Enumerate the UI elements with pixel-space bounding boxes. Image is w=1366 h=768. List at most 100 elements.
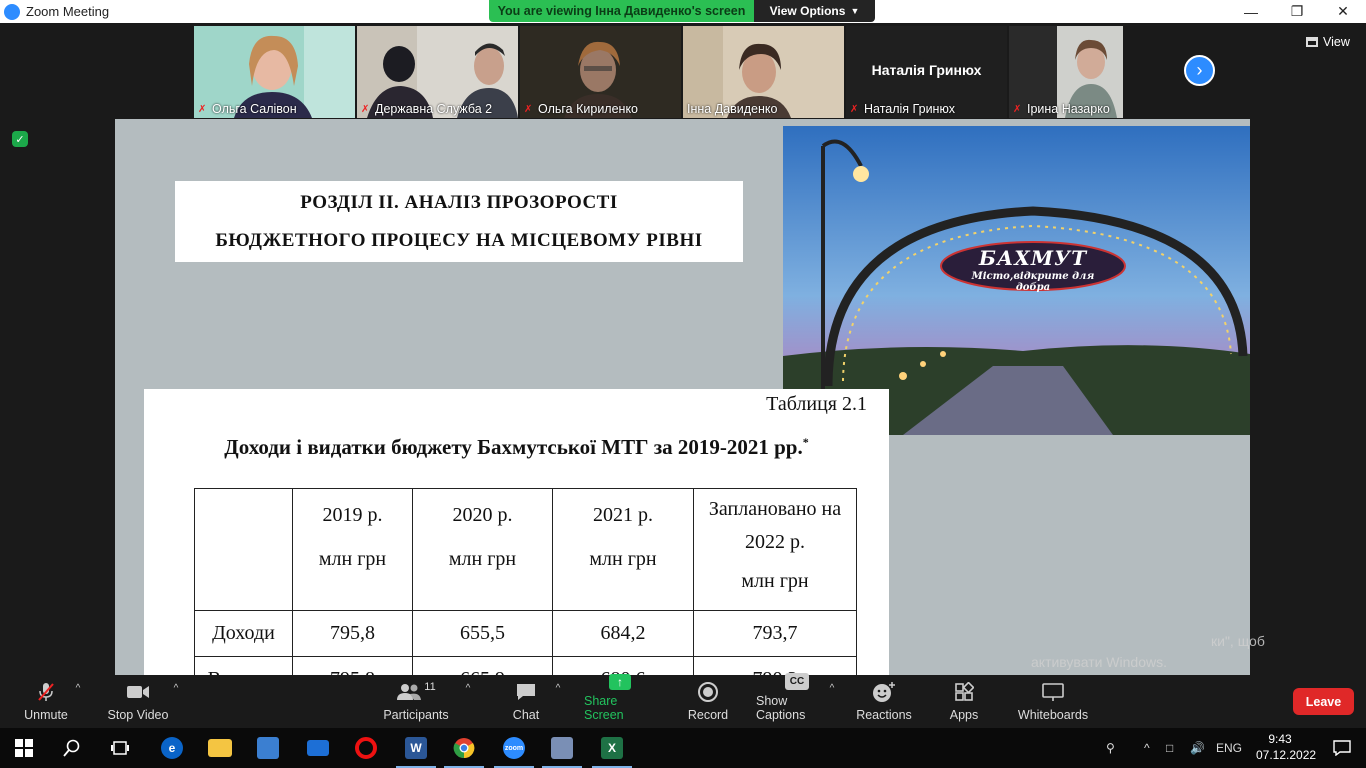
header-year: 2021 р.	[593, 504, 653, 526]
record-label: Record	[687, 708, 729, 722]
closed-captions-icon: CC	[785, 673, 809, 690]
caret-up-icon: ^	[829, 683, 835, 694]
participant-name: Ольга Кириленко	[538, 102, 639, 116]
shield-check-icon[interactable]: ✓	[12, 131, 28, 147]
taskbar-app[interactable]	[538, 728, 586, 768]
unmute-button[interactable]: Unmute	[22, 675, 70, 728]
network-icon[interactable]: □	[1166, 728, 1173, 768]
stop-video-button[interactable]: Stop Video	[106, 675, 170, 728]
minimize-icon[interactable]: —	[1228, 0, 1274, 23]
table-header-cell: 2019 р. млн грн	[292, 488, 413, 611]
taskbar-file-explorer[interactable]	[196, 728, 244, 768]
video-tile[interactable]: ✗ Ірина Назарко	[1009, 26, 1123, 118]
tray-overflow-chevron-icon[interactable]: ^	[1144, 728, 1150, 768]
meeting-toolbar: Unmute ^ Stop Video ^ 11 Participants ^ …	[0, 673, 1366, 728]
muted-mic-icon: ✗	[524, 103, 533, 115]
video-tile[interactable]: ✗ Ольга Кириленко	[520, 26, 681, 118]
taskbar-zoom[interactable]: zoom	[490, 728, 538, 768]
audio-options-caret[interactable]: ^	[72, 675, 84, 728]
taskbar-store[interactable]	[244, 728, 292, 768]
record-button[interactable]: Record	[686, 675, 730, 728]
muted-mic-icon: ✗	[850, 103, 859, 115]
video-tile[interactable]: ✗ Державна Служба 2	[357, 26, 518, 118]
taskbar-chrome[interactable]	[440, 728, 488, 768]
people-tray-icon[interactable]: ⚲	[1106, 728, 1115, 768]
table-row: Доходи 795,8 655,5 684,2 793,7	[194, 610, 857, 657]
muted-mic-icon: ✗	[361, 103, 370, 115]
taskbar-excel[interactable]: X	[588, 728, 636, 768]
edge-icon: e	[161, 737, 183, 759]
participants-label: Participants	[383, 708, 449, 722]
start-button[interactable]	[0, 728, 48, 768]
view-options-button[interactable]: View Options ▼	[754, 0, 875, 22]
header-year: 2020 р.	[452, 504, 513, 526]
taskbar-edge[interactable]: e	[148, 728, 196, 768]
video-tile[interactable]: Наталія Гринюх ✗ Наталія Гринюх	[846, 26, 1007, 118]
whiteboards-label: Whiteboards	[1017, 708, 1089, 722]
language-indicator[interactable]: ENG	[1216, 728, 1242, 768]
table-cell: 795,8	[292, 610, 413, 657]
restore-icon[interactable]: ❐	[1274, 0, 1320, 23]
leave-button[interactable]: Leave	[1293, 688, 1354, 715]
table-header-cell: 2021 р. млн грн	[552, 488, 694, 611]
chat-label: Chat	[512, 708, 540, 722]
participants-button[interactable]: 11 Participants	[383, 675, 449, 728]
muted-mic-icon: ✗	[198, 103, 207, 115]
participant-name: Державна Служба 2	[375, 102, 493, 116]
table-row: Видатки 795,8 665,9 680,6 790,2	[194, 656, 857, 675]
whiteboards-button[interactable]: Whiteboards	[1016, 675, 1090, 728]
table-header-cell: Заплановано на 2022 р. млн грн	[693, 488, 857, 611]
whiteboard-icon	[1041, 680, 1065, 704]
chat-options-caret[interactable]: ^	[552, 675, 564, 728]
mail-icon	[307, 740, 329, 756]
budget-table: 2019 р. млн грн 2020 р. млн грн 2021 р. …	[194, 488, 857, 675]
slide-title-box: РОЗДІЛ ІІ. АНАЛІЗ ПРОЗОРОСТІ БЮДЖЕТНОГО …	[175, 181, 743, 262]
taskbar-opera[interactable]	[342, 728, 390, 768]
taskbar-clock[interactable]: 9:43 07.12.2022	[1256, 731, 1316, 763]
stop-video-label: Stop Video	[107, 708, 169, 722]
view-button[interactable]: View	[1306, 35, 1350, 49]
volume-icon[interactable]: 🔊	[1190, 728, 1205, 768]
table-cell: 665,9	[412, 656, 553, 675]
task-view-button[interactable]	[96, 728, 144, 768]
video-tile[interactable]: ✗ Ольга Салівон	[194, 26, 355, 118]
chevron-down-icon: ▼	[850, 6, 860, 16]
table-corner-cell	[194, 488, 293, 611]
taskbar-word[interactable]: W	[392, 728, 440, 768]
header-year: 2022 р.	[745, 531, 805, 553]
row-label: Видатки	[194, 656, 293, 675]
close-icon[interactable]: ✕	[1320, 0, 1366, 23]
reactions-button[interactable]: Reactions	[856, 675, 912, 728]
muted-mic-icon: ✗	[1013, 103, 1022, 115]
video-tile-active-speaker[interactable]: Інна Давиденко	[683, 26, 844, 118]
app-window-icon	[551, 737, 573, 759]
view-grid-icon	[1306, 37, 1318, 47]
captions-options-caret[interactable]: ^	[826, 675, 838, 728]
participants-options-caret[interactable]: ^	[462, 675, 474, 728]
opera-icon	[355, 737, 377, 759]
notification-center-icon	[1333, 740, 1351, 756]
caret-up-icon: ^	[465, 683, 471, 694]
viewing-message: You are viewing Інна Давиденко's screen	[489, 0, 754, 22]
video-options-caret[interactable]: ^	[170, 675, 182, 728]
tile-namebar: ✗ Наталія Гринюх	[846, 100, 1007, 118]
apps-icon	[954, 680, 974, 704]
table-cell: 793,7	[693, 610, 857, 657]
search-button[interactable]	[48, 728, 96, 768]
header-unit: млн грн	[741, 570, 809, 592]
next-page-arrow-icon[interactable]: ›	[1184, 55, 1215, 86]
task-view-icon	[111, 741, 129, 755]
taskbar-mail[interactable]	[294, 728, 342, 768]
shared-screen: РОЗДІЛ ІІ. АНАЛІЗ ПРОЗОРОСТІ БЮДЖЕТНОГО …	[115, 119, 1250, 675]
chat-button[interactable]: Chat	[506, 675, 546, 728]
table-title-text: Доходи і видатки бюджету Бахмутської МТГ…	[224, 435, 803, 459]
table-label: Таблиця 2.1	[766, 393, 867, 415]
notifications-button[interactable]	[1318, 728, 1366, 768]
sign-subtitle: Місто,відкрите для добра	[971, 271, 1095, 293]
apps-button[interactable]: Apps	[946, 675, 982, 728]
chat-bubble-icon	[515, 680, 537, 704]
excel-icon: X	[601, 737, 623, 759]
window-title: Zoom Meeting	[26, 4, 110, 19]
share-screen-button[interactable]: ↑ Share Screen	[584, 674, 656, 728]
viewing-banner: You are viewing Інна Давиденко's screen …	[489, 0, 875, 22]
